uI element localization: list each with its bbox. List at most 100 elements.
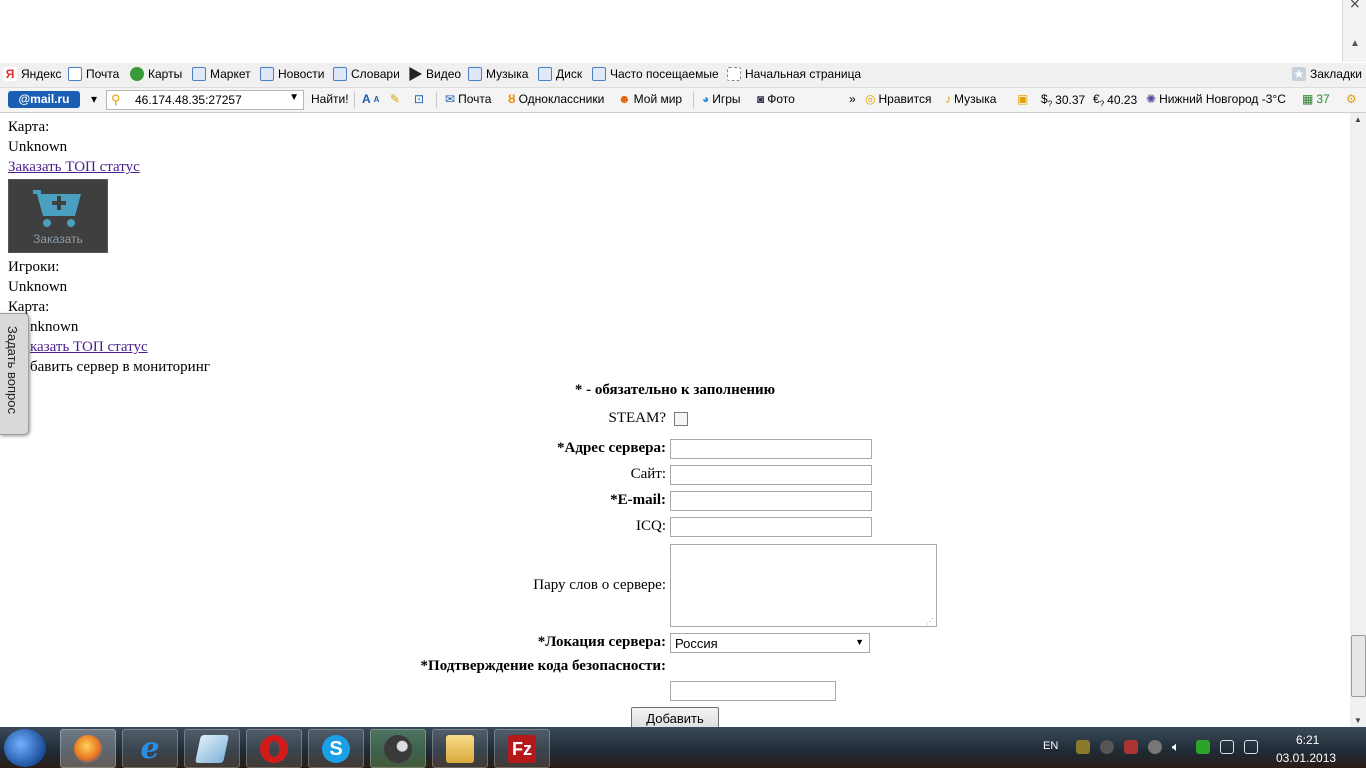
chevron-down-icon[interactable]: ▼	[855, 637, 864, 647]
taskbar-explorer[interactable]	[432, 729, 488, 768]
zoom-icon[interactable]: ⊡	[414, 92, 424, 106]
site-label: Сайт:	[630, 466, 666, 482]
mailbar-item-mail[interactable]: ✉ Почта	[445, 92, 491, 106]
skype-icon: S	[322, 734, 350, 763]
usd-value: 30.37	[1055, 93, 1086, 108]
steam-tray-icon[interactable]	[1100, 740, 1114, 754]
more-chevron[interactable]: »	[849, 92, 856, 106]
mailbar-item-games[interactable]: ◕ Игры	[702, 92, 741, 106]
eur-rate[interactable]: €? 40.23	[1093, 92, 1137, 108]
address-combobox[interactable]: ⚲ 46.174.48.35:27257 ▼	[106, 90, 304, 110]
email-input[interactable]	[670, 491, 872, 511]
traffic-value: 37	[1316, 92, 1330, 106]
taskbar-firefox[interactable]	[60, 729, 116, 768]
bookmark-mail[interactable]: Почта	[68, 67, 119, 81]
resize-grip-icon[interactable]: ⋰	[926, 617, 934, 626]
bookmark-label: Новости	[278, 67, 325, 81]
bookmark-music[interactable]: Музыка	[468, 67, 528, 81]
weather-label: Нижний Новгород -3°C	[1159, 92, 1286, 106]
news-icon	[260, 67, 274, 81]
bookmark-maps[interactable]: Карты	[130, 67, 182, 81]
bookmark-label: Начальная страница	[745, 67, 862, 81]
usd-rate[interactable]: $? 30.37	[1041, 92, 1085, 108]
bookmark-label: Часто посещаемые	[610, 67, 719, 81]
server-address-input[interactable]	[670, 439, 872, 459]
bookmark-market[interactable]: Маркет	[192, 67, 251, 81]
bookmark-news[interactable]: Новости	[260, 67, 324, 81]
order-button[interactable]: Заказать	[8, 179, 108, 253]
map-label: Карта:	[8, 119, 50, 135]
language-indicator[interactable]: EN	[1043, 740, 1058, 752]
check-tray-icon[interactable]	[1196, 740, 1210, 754]
site-input[interactable]	[670, 465, 872, 485]
server-location-select[interactable]: Россия ▼	[670, 633, 870, 653]
clock-time[interactable]: 6:21	[1296, 733, 1319, 747]
dictionary-icon	[333, 67, 347, 81]
scroll-down-icon[interactable]: ▼	[1354, 716, 1362, 725]
explorer-folder-icon	[446, 734, 474, 763]
window-close-button[interactable]: × ▲	[1342, 0, 1366, 62]
clock-date[interactable]: 03.01.2013	[1276, 751, 1336, 765]
bookmark-label: Диск	[556, 67, 583, 81]
mailbar-item-label: Мой мир	[633, 92, 683, 106]
bookmark-yandex[interactable]: Я Яндекс	[3, 67, 61, 81]
weather-widget[interactable]: ✺ Нижний Новгород -3°C	[1146, 92, 1286, 106]
close-icon[interactable]: ×	[1349, 0, 1361, 12]
bookmarks-menu[interactable]: ★ Закладки	[1292, 67, 1362, 81]
like-button[interactable]: ◎ Нравится	[865, 92, 931, 106]
volume-icon[interactable]: 🔈︎	[1172, 740, 1186, 754]
bookmark-disk[interactable]: Диск	[538, 67, 582, 81]
mailbar-item-photo[interactable]: ◙ Фото	[757, 92, 795, 106]
steam-label: STEAM?	[608, 410, 667, 426]
bookmark-label: Видео	[426, 67, 462, 81]
bookmark-dictionary[interactable]: Словари	[333, 67, 400, 81]
briefcase-icon[interactable]: ▣	[1017, 92, 1028, 106]
bookmark-homepage[interactable]: Начальная страница	[727, 67, 861, 81]
mailbar-item-moi-mir[interactable]: ☻ Мой мир	[618, 92, 682, 106]
taskbar-skype[interactable]: S	[308, 729, 364, 768]
steam-checkbox[interactable]	[674, 412, 688, 426]
order-top-status-link[interactable]: казать ТОП статус	[30, 339, 148, 356]
add-server-heading: бавить сервер в мониторинг	[30, 359, 210, 375]
divider	[354, 92, 355, 108]
settings-gear-icon[interactable]: ⚙	[1346, 92, 1357, 106]
taskbar-internet-explorer[interactable]: e	[122, 729, 178, 768]
scroll-up-arrow-icon[interactable]: ▲	[1350, 38, 1360, 49]
taskbar-opera[interactable]	[246, 729, 302, 768]
start-button[interactable]	[4, 729, 46, 767]
traffic-widget[interactable]: ▦ 37	[1302, 92, 1330, 106]
tray-app-icon[interactable]	[1148, 740, 1162, 754]
tray-app-icon[interactable]	[1124, 740, 1138, 754]
submit-button[interactable]: Добавить	[631, 707, 719, 727]
taskbar-notepad[interactable]	[184, 729, 240, 768]
font-size-icon[interactable]: AA	[362, 92, 379, 106]
disk-icon	[538, 67, 552, 81]
system-tray: EN 🔈︎ 6:21 03.01.2013	[1030, 727, 1366, 768]
mailru-logo[interactable]: @mail.ru	[8, 91, 80, 108]
bookmark-frequent[interactable]: Часто посещаемые	[592, 67, 719, 81]
vertical-scrollbar[interactable]: ▲ ▼	[1350, 113, 1366, 727]
tray-app-icon[interactable]	[1076, 740, 1090, 754]
icq-input[interactable]	[670, 517, 872, 537]
find-button[interactable]: Найти!	[311, 92, 349, 106]
ask-question-tab[interactable]: Задать вопрос	[0, 313, 29, 435]
bookmarks-menu-label: Закладки	[1310, 67, 1362, 81]
highlighter-icon[interactable]: ✎	[390, 92, 400, 106]
scrollbar-thumb[interactable]	[1351, 635, 1366, 697]
action-center-icon[interactable]	[1244, 740, 1258, 754]
browser-top-area	[0, 0, 1342, 62]
mailbar-item-odnoklassniki[interactable]: ȣ Одноклассники	[508, 92, 604, 106]
network-icon[interactable]	[1220, 740, 1234, 754]
taskbar-steam[interactable]	[370, 729, 426, 768]
logo-dropdown-icon[interactable]: ▾	[91, 92, 97, 106]
music-button[interactable]: ♪ Музыка	[945, 92, 996, 106]
icq-label: ICQ:	[636, 518, 666, 534]
scroll-up-icon[interactable]: ▲	[1354, 115, 1362, 124]
taskbar-filezilla[interactable]: Fz	[494, 729, 550, 768]
bookmark-label: Словари	[351, 67, 400, 81]
captcha-input[interactable]	[670, 681, 836, 701]
about-server-textarea[interactable]: ⋰	[670, 544, 937, 627]
order-top-status-link[interactable]: Заказать ТОП статус	[8, 159, 140, 176]
bookmark-video[interactable]: Видео	[408, 67, 461, 81]
chevron-down-icon[interactable]: ▼	[289, 92, 299, 103]
